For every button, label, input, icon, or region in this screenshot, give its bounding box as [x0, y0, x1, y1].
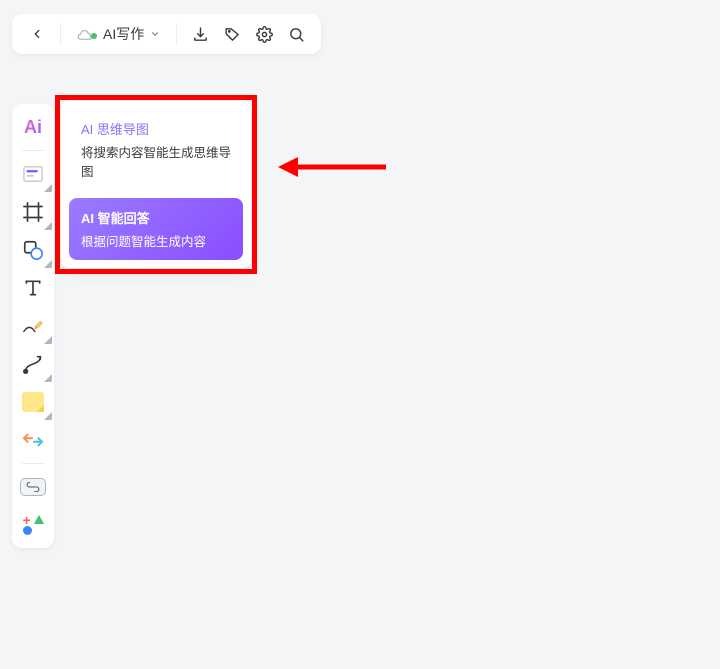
ai-mindmap-desc: 将搜索内容智能生成思维导图: [81, 142, 231, 180]
shapes-grid-icon: +: [23, 515, 44, 536]
chevron-down-icon: [150, 29, 160, 39]
link-tool-button[interactable]: [16, 470, 50, 504]
side-divider: [22, 150, 44, 151]
chevron-left-icon: [30, 27, 44, 41]
pen-icon: [21, 315, 45, 337]
back-button[interactable]: [22, 19, 52, 49]
tag-button[interactable]: [217, 19, 247, 49]
annotation-arrow-icon: [278, 154, 388, 180]
frame-icon: [22, 201, 44, 223]
ai-answer-option[interactable]: AI 智能回答 根据问题智能生成内容: [69, 198, 243, 260]
link-icon: [20, 478, 46, 496]
ai-mindmap-option[interactable]: AI 思维导图 将搜索内容智能生成思维导图: [69, 109, 243, 190]
side-toolbar: Ai +: [12, 104, 54, 548]
text-icon: [23, 278, 43, 298]
text-tool-button[interactable]: [16, 271, 50, 305]
connector-icon: [22, 353, 44, 375]
expand-indicator-icon: [44, 222, 52, 230]
ai-writing-dropdown[interactable]: AI写作: [69, 19, 168, 49]
align-tool-button[interactable]: [16, 423, 50, 457]
node-tool-button[interactable]: [16, 157, 50, 191]
expand-indicator-icon: [44, 260, 52, 268]
side-divider: [22, 463, 44, 464]
toolbar-divider: [60, 23, 61, 45]
ai-tool-button[interactable]: Ai: [16, 110, 50, 144]
sticky-note-tool-button[interactable]: [16, 385, 50, 419]
ai-answer-desc: 根据问题智能生成内容: [81, 231, 231, 250]
ai-popup-container: AI 思维导图 将搜索内容智能生成思维导图 AI 智能回答 根据问题智能生成内容: [55, 95, 257, 274]
expand-indicator-icon: [44, 336, 52, 344]
ai-popup: AI 思维导图 将搜索内容智能生成思维导图 AI 智能回答 根据问题智能生成内容: [61, 101, 251, 268]
sync-status-dot: [91, 33, 97, 39]
settings-button[interactable]: [249, 19, 279, 49]
download-button[interactable]: [185, 19, 215, 49]
ai-answer-title: AI 智能回答: [81, 208, 231, 227]
expand-indicator-icon: [44, 412, 52, 420]
ai-icon: Ai: [24, 117, 42, 138]
align-icon: [22, 431, 44, 449]
frame-tool-button[interactable]: [16, 195, 50, 229]
expand-indicator-icon: [44, 184, 52, 192]
more-shapes-tool-button[interactable]: +: [16, 508, 50, 542]
download-icon: [192, 26, 209, 43]
shape-tool-button[interactable]: [16, 233, 50, 267]
search-icon: [288, 26, 305, 43]
pen-tool-button[interactable]: [16, 309, 50, 343]
gear-icon: [256, 26, 273, 43]
node-icon: [22, 164, 44, 184]
shape-icon: [22, 239, 44, 261]
ai-writing-label: AI写作: [103, 24, 144, 44]
tag-icon: [224, 26, 241, 43]
sticky-note-icon: [22, 392, 44, 412]
expand-indicator-icon: [44, 374, 52, 382]
ai-mindmap-title: AI 思维导图: [81, 119, 231, 138]
toolbar-divider: [176, 23, 177, 45]
search-button[interactable]: [281, 19, 311, 49]
top-toolbar: AI写作: [12, 14, 321, 54]
connector-tool-button[interactable]: [16, 347, 50, 381]
